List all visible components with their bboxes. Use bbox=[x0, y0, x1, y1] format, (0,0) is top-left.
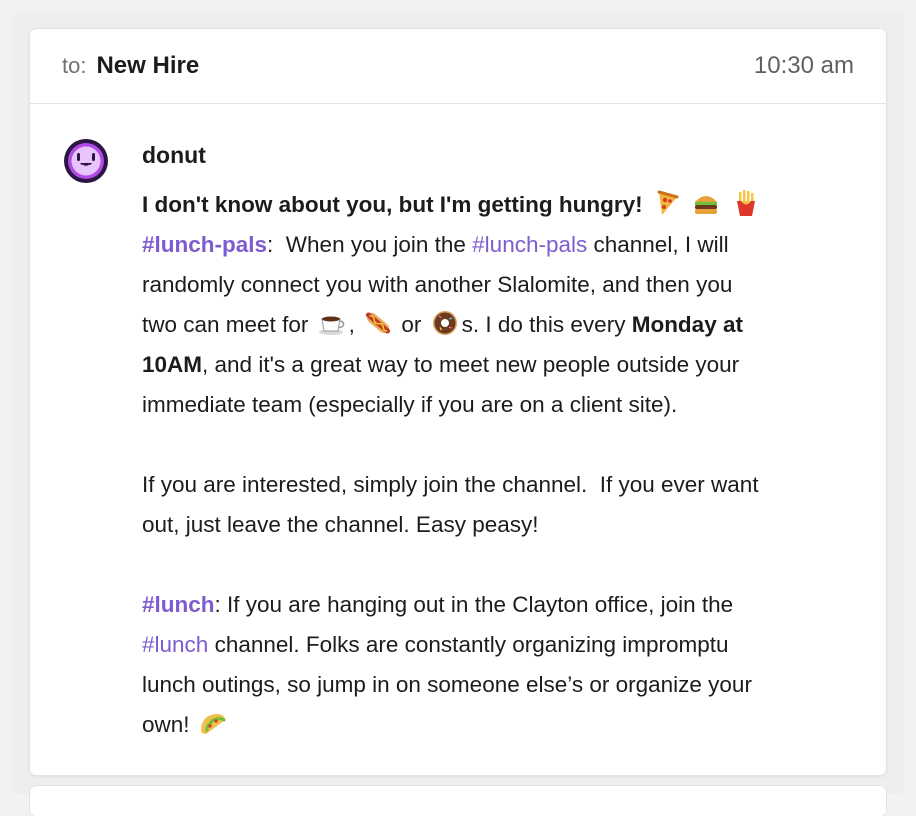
message-line: immediate team (especially if you are on… bbox=[142, 392, 678, 417]
text: own! bbox=[142, 712, 196, 737]
sender-name[interactable]: donut bbox=[142, 142, 206, 169]
taco-icon bbox=[198, 708, 228, 738]
text: channel. Folks are constantly organizing… bbox=[208, 632, 729, 657]
burger-icon bbox=[691, 188, 721, 218]
message-timestamp[interactable]: 10:30 am bbox=[754, 52, 854, 80]
bold-text: 10AM bbox=[142, 352, 203, 377]
message-line: #lunch-pals: When you join the #lunch-pa… bbox=[142, 225, 854, 265]
channel-lunch-link[interactable]: #lunch bbox=[142, 592, 215, 617]
text: channel, I will bbox=[587, 232, 729, 257]
donut-bot-icon bbox=[64, 139, 108, 183]
text: , and it's a great way to meet new peopl… bbox=[202, 352, 740, 377]
message-body: I don't know about you, but I'm getting … bbox=[142, 185, 854, 745]
message-line: #lunch channel. Folks are constantly org… bbox=[142, 625, 854, 665]
next-message-card bbox=[30, 786, 886, 816]
bold-text: I don't know about you, but I'm getting … bbox=[142, 192, 643, 217]
message-header: to: New Hire 10:30 am bbox=[30, 29, 886, 104]
message-line: 10AM, and it's a great way to meet new p… bbox=[142, 345, 854, 385]
to-label: to: bbox=[62, 53, 87, 78]
bold-text: Monday at bbox=[631, 312, 743, 337]
coffee-icon bbox=[317, 308, 347, 338]
hotdog-icon bbox=[363, 308, 393, 338]
message-line: lunch outings, so jump in on someone els… bbox=[142, 672, 752, 697]
text: , bbox=[348, 312, 355, 337]
donut-icon bbox=[430, 308, 460, 338]
channel-lunch-link[interactable]: #lunch bbox=[142, 632, 208, 657]
text: : If you are hanging out in the Clayton … bbox=[214, 592, 734, 617]
message-line: own! bbox=[142, 705, 854, 745]
text: two can meet for bbox=[142, 312, 315, 337]
message-card: to: New Hire 10:30 am donut I don't know… bbox=[30, 29, 886, 775]
text: s. I do this every bbox=[461, 312, 632, 337]
message-line: I don't know about you, but I'm getting … bbox=[142, 185, 854, 225]
message-line: randomly connect you with another Slalom… bbox=[142, 272, 733, 297]
channel-lunch-pals-link[interactable]: #lunch-pals bbox=[142, 232, 267, 257]
message-line: If you are interested, simply join the c… bbox=[142, 472, 759, 497]
recipient-name[interactable]: New Hire bbox=[96, 52, 199, 80]
pizza-icon bbox=[651, 188, 681, 218]
message-line: #lunch: If you are hanging out in the Cl… bbox=[142, 585, 854, 625]
donut-avatar[interactable] bbox=[62, 137, 110, 185]
text: or bbox=[395, 312, 428, 337]
channel-lunch-pals-link[interactable]: #lunch-pals bbox=[472, 232, 587, 257]
text: When you join the bbox=[273, 232, 473, 257]
fries-icon bbox=[731, 188, 761, 218]
message-line: out, just leave the channel. Easy peasy! bbox=[142, 512, 539, 537]
message-line: two can meet for , or s. I do this every… bbox=[142, 305, 854, 345]
